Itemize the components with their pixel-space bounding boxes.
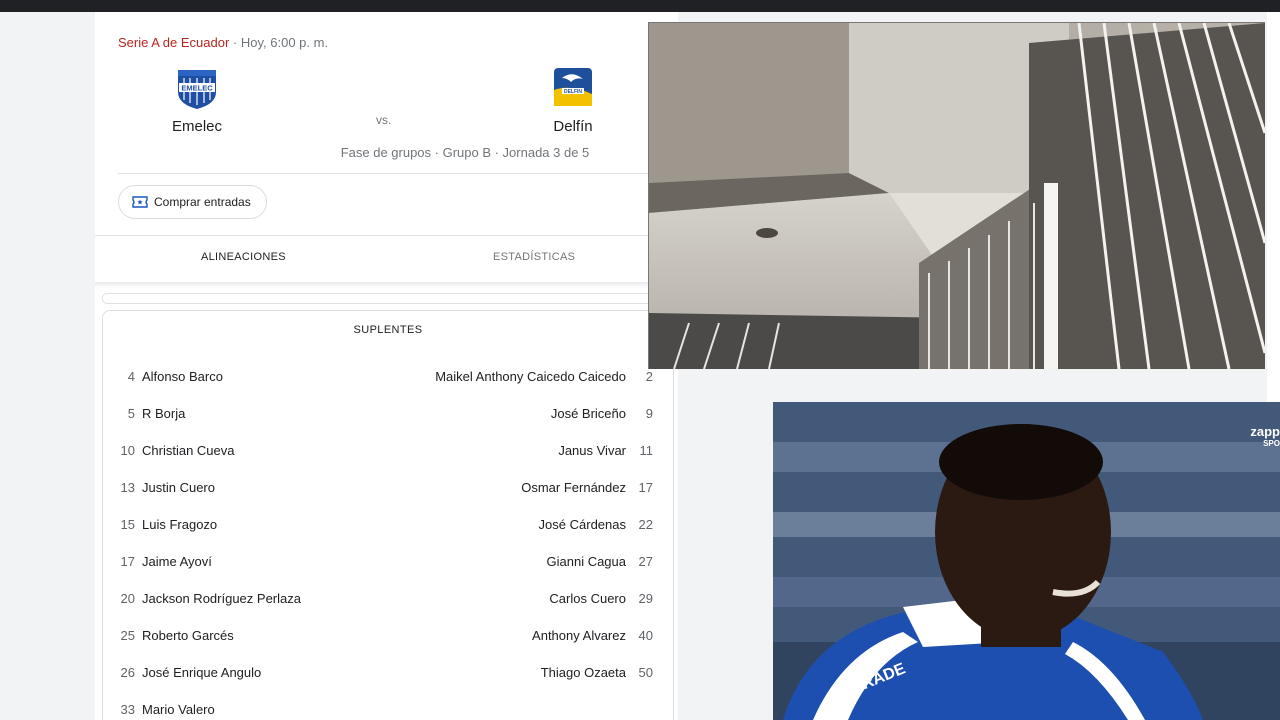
away-player-name: Janus Vivar	[558, 443, 626, 458]
home-player-name: Roberto Garcés	[142, 628, 234, 643]
away-player-name: Gianni Cagua	[546, 554, 627, 569]
tab-bar: ALINEACIONES ESTADÍSTICAS	[95, 235, 678, 283]
page-scrollbar[interactable]	[1267, 12, 1280, 402]
watermark-subtext: SPO	[1263, 439, 1280, 448]
home-player-name: Jackson Rodríguez Perlaza	[142, 591, 301, 606]
home-player-number: 15	[120, 517, 135, 532]
home-player-number: 26	[120, 665, 135, 680]
home-player-number: 33	[120, 702, 135, 717]
substitute-row: 33 Mario Valero	[103, 702, 673, 720]
home-player-number: 10	[120, 443, 135, 458]
buy-tickets-button[interactable]: Comprar entradas	[118, 185, 267, 219]
substitute-row: 20 Jackson Rodríguez Perlaza Carlos Cuero 2…	[103, 591, 673, 628]
broadcast-video-overlay: SPORADE zapp SPO	[773, 402, 1280, 720]
home-player-number: 20	[120, 591, 135, 606]
home-team-name: Emelec	[171, 118, 223, 135]
match-card: Serie A de Ecuador · Hoy, 6:00 p. m. EME…	[95, 12, 678, 720]
substitute-row: 13 Justin Cuero Osmar Fernández 17	[103, 480, 673, 517]
match-header: Serie A de Ecuador · Hoy, 6:00 p. m.	[118, 35, 328, 50]
vs-label: vs.	[376, 113, 392, 127]
header-separator: ·	[229, 35, 241, 50]
webcam-overlay	[648, 22, 1265, 369]
away-player-name: José Briceño	[550, 406, 626, 421]
away-team[interactable]: DELFIN Delfín	[513, 64, 633, 135]
away-player-number: 27	[638, 554, 653, 569]
tab-stats[interactable]: ESTADÍSTICAS	[493, 251, 575, 263]
home-player-name: Luis Fragozo	[142, 517, 218, 532]
delfin-logo-icon: DELFIN	[554, 68, 592, 106]
delfin-logo-text: DELFIN	[564, 89, 582, 95]
away-player-name: Carlos Cuero	[549, 591, 626, 606]
home-player-name: Alfonso Barco	[142, 369, 223, 384]
collapsed-section	[102, 293, 678, 304]
home-team[interactable]: EMELEC Emelec	[137, 64, 257, 135]
emelec-logo-icon: EMELEC	[178, 70, 216, 109]
away-player-name: Osmar Fernández	[521, 480, 626, 495]
league-link[interactable]: Serie A de Ecuador	[118, 35, 229, 50]
substitutes-panel: SUPLENTES 4 Alfonso Barco Maikel Anthony C…	[102, 310, 674, 720]
home-player-number: 25	[120, 628, 135, 643]
substitute-row: 5 R Borja José Briceño 9	[103, 406, 673, 443]
substitute-row: 4 Alfonso Barco Maikel Anthony Caicedo Cai…	[103, 369, 673, 406]
away-player-number: 50	[638, 665, 653, 680]
ticket-icon	[132, 196, 148, 208]
away-player-number: 40	[638, 628, 653, 643]
emelec-logo-text: EMELEC	[181, 84, 213, 93]
broadcast-watermark: zapp SPO	[1250, 424, 1280, 450]
match-datetime: Hoy, 6:00 p. m.	[240, 35, 329, 50]
divider	[118, 173, 678, 174]
match-stage: Fase de grupos · Grupo B · Jornada 3 de …	[340, 145, 590, 160]
away-player-number: 11	[639, 443, 654, 458]
substitute-row: 26 José Enrique Angulo Thiago Ozaeta 50	[103, 665, 673, 702]
home-player-number: 17	[120, 554, 135, 569]
away-player-name: José Cárdenas	[538, 517, 626, 532]
home-player-name: Jaime Ayoví	[142, 554, 212, 569]
home-player-number: 13	[120, 480, 135, 495]
substitute-row: 17 Jaime Ayoví Gianni Cagua 27	[103, 554, 673, 591]
substitute-row: 15 Luis Fragozo José Cárdenas 22	[103, 517, 673, 554]
room-ceiling-blinds-image	[649, 23, 1265, 369]
buy-tickets-label: Comprar entradas	[154, 195, 251, 209]
away-player-number: 9	[645, 406, 653, 421]
away-player-number: 29	[638, 591, 653, 606]
away-player-number: 22	[638, 517, 653, 532]
home-player-name: José Enrique Angulo	[142, 665, 262, 680]
substitutes-title: SUPLENTES	[353, 324, 423, 336]
home-player-number: 5	[127, 406, 135, 421]
substitute-row: 25 Roberto Garcés Anthony Alvarez 40	[103, 628, 673, 665]
away-player-number: 17	[638, 480, 653, 495]
browser-top-bar	[0, 0, 1280, 12]
home-player-name: Justin Cuero	[142, 480, 215, 495]
tab-shadow	[95, 282, 678, 288]
away-team-name: Delfín	[553, 118, 593, 135]
home-player-name: Christian Cueva	[142, 443, 235, 458]
substitute-row: 10 Christian Cueva Janus Vivar 11	[103, 443, 673, 480]
away-player-name: Thiago Ozaeta	[540, 665, 626, 680]
home-player-name: R Borja	[142, 406, 186, 421]
away-player-name: Maikel Anthony Caicedo Caicedo	[435, 369, 626, 384]
home-player-number: 4	[127, 369, 135, 384]
tab-lineups[interactable]: ALINEACIONES	[201, 251, 286, 263]
home-player-name: Mario Valero	[142, 702, 215, 717]
away-player-number: 2	[645, 369, 653, 384]
away-player-name: Anthony Alvarez	[532, 628, 626, 643]
player-broadcast-image: SPORADE	[773, 402, 1280, 720]
watermark-text: zapp	[1250, 424, 1280, 439]
